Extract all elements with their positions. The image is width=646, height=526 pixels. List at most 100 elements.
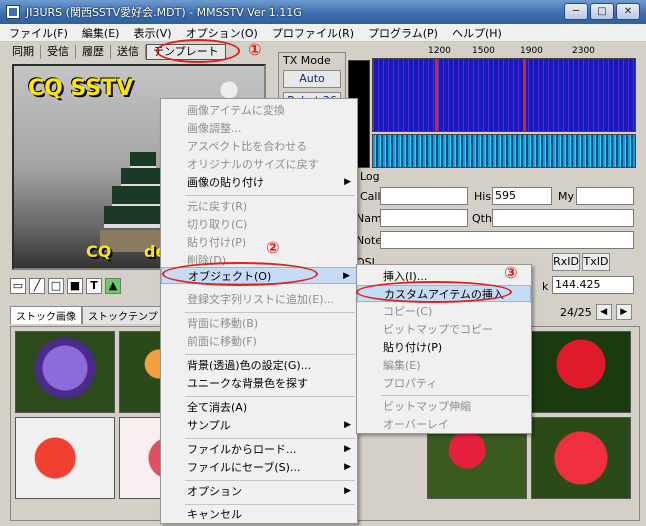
menu-cancel[interactable]: キャンセル [161,506,357,523]
menu-sample[interactable]: サンプル ▶ [161,417,357,434]
rxid-button[interactable]: RxID [552,253,580,271]
menu-edit[interactable]: 編集(E) [75,25,127,41]
minimize-button[interactable]: ─ [564,3,588,20]
submenu-arrow-icon: ▶ [344,486,351,496]
submenu-copy[interactable]: コピー(C) [357,303,531,320]
menu-add-string-list[interactable]: 登録文字列リストに追加(E)... [161,291,357,308]
menu-separator [185,438,355,439]
call-input[interactable] [380,187,468,205]
menu-option[interactable]: オプション(O) [179,25,265,41]
menu-original-size[interactable]: オリジナルのサイズに戻す [161,156,357,173]
select-tool-icon[interactable]: ▭ [10,278,26,294]
menu-paste-image[interactable]: 画像の貼り付け ▶ [161,174,357,191]
freq-prefix-label: k [542,280,549,293]
fill-rect-tool-icon[interactable]: ■ [67,278,83,294]
menu-separator [381,395,529,396]
menu-unique-bg[interactable]: ユニークな背景色を探す [161,375,357,392]
tab-transmit[interactable]: 送信 [111,45,146,59]
menu-options[interactable]: オプション ▶ [161,483,357,500]
annotation-ellipse-1 [156,39,240,63]
menu-convert-image-item[interactable]: 画像アイテムに変換 [161,102,357,119]
submenu-bitmap-stretch[interactable]: ビットマップ伸縮 [357,398,531,415]
annotation-number-3: ③ [504,263,518,282]
submenu-paste[interactable]: 貼り付け(P) [357,339,531,356]
tab-stock-images[interactable]: ストック画像 [10,306,82,324]
his-label: His [474,190,492,203]
submenu-arrow-icon: ▶ [344,444,351,454]
qth-label: Qth [472,212,492,225]
menu-undo[interactable]: 元に戻す(R) [161,198,357,215]
rect-tool-icon[interactable]: □ [48,278,64,294]
draw-toolbox: ▭ ╱ □ ■ T ▲ [10,278,121,294]
text-tool-icon[interactable]: T [86,278,102,294]
annotation-number-1: ① [248,40,262,59]
tab-sync[interactable]: 同期 [6,45,41,59]
line-tool-icon[interactable]: ╱ [29,278,45,294]
stock-thumbnail[interactable] [15,331,115,413]
title-bar: JI3URS (関西SSTV愛好会.MDT) - MMSSTV Ver 1.11… [0,0,646,24]
stock-thumbnail[interactable] [15,417,115,499]
stock-thumbnail[interactable] [531,331,631,413]
submenu-properties[interactable]: プロパティ [357,375,531,392]
menu-separator [185,354,355,355]
picture-tool-icon[interactable]: ▲ [105,278,121,294]
app-icon [6,5,20,19]
menu-bring-front[interactable]: 前面に移動(F) [161,333,357,350]
menu-clear-all[interactable]: 全て消去(A) [161,399,357,416]
menu-separator [185,195,355,196]
menu-bar: ファイル(F) 編集(E) 表示(V) オプション(O) プロファイル(R) プ… [0,24,646,42]
prev-page-button[interactable]: ◀ [595,304,612,320]
my-label: My [558,190,575,203]
submenu-arrow-icon: ▶ [344,462,351,472]
menu-program[interactable]: プログラム(P) [361,25,445,41]
close-button[interactable]: ✕ [616,3,640,20]
txid-button[interactable]: TxID [582,253,610,271]
call-label: Call [360,190,381,203]
submenu-copy-bitmap[interactable]: ビットマップでコピー [357,321,531,338]
maximize-button[interactable]: □ [590,3,614,20]
menu-load-file[interactable]: ファイルからロード... ▶ [161,441,357,458]
menu-profile[interactable]: プロファイル(R) [265,25,361,41]
qth-input[interactable] [492,209,634,227]
stock-thumbnail[interactable] [531,417,631,499]
submenu-overlay[interactable]: オーバーレイ [357,416,531,433]
menu-separator [185,480,355,481]
my-select[interactable] [576,187,634,205]
menu-file[interactable]: ファイル(F) [2,25,75,41]
menu-save-file[interactable]: ファイルにセーブ(S)... ▶ [161,459,357,476]
menu-bg-color[interactable]: 背景(透過)色の設定(G)... [161,357,357,374]
menu-help[interactable]: ヘルプ(H) [445,25,509,41]
menu-paste[interactable]: 貼り付け(P) [161,234,357,251]
window-controls: ─ □ ✕ [564,3,640,20]
freq-tick: 1900 [520,46,543,56]
annotation-ellipse-2 [162,262,318,286]
frequency-select[interactable]: 144.425 [552,276,634,294]
menu-view[interactable]: 表示(V) [126,25,178,41]
name-input[interactable] [380,209,468,227]
window-title: JI3URS (関西SSTV愛好会.MDT) - MMSSTV Ver 1.11… [26,6,302,19]
page-indicator: 24/25 [560,305,592,319]
annotation-ellipse-3 [356,281,512,303]
menu-separator [185,396,355,397]
menu-cut[interactable]: 切り取り(C) [161,216,357,233]
menu-label: ファイルにセーブ(S)... [187,461,301,474]
menu-label: 画像の貼り付け [187,176,264,189]
next-page-button[interactable]: ▶ [615,304,632,320]
menu-send-back[interactable]: 背面に移動(B) [161,315,357,332]
submenu-edit[interactable]: 編集(E) [357,357,531,374]
his-select[interactable]: 595 [492,187,552,205]
freq-tick: 2300 [572,46,595,56]
menu-fit-aspect[interactable]: アスペクト比を合わせる [161,138,357,155]
menu-image-adjust[interactable]: 画像調整... [161,120,357,137]
waterfall-display[interactable] [372,134,636,168]
menu-label: サンプル [187,419,231,432]
tx-mode-label: TX Mode [283,54,331,67]
tab-history[interactable]: 履歴 [76,45,111,59]
image-text-cq: CQ [86,242,112,261]
tab-receive[interactable]: 受信 [41,45,76,59]
spectrum-display[interactable] [372,58,636,132]
frequency-scale: 1200 1500 1900 2300 [372,45,636,59]
tx-mode-auto-button[interactable]: Auto [283,70,341,88]
note-input[interactable] [380,231,634,249]
menu-separator [185,312,355,313]
